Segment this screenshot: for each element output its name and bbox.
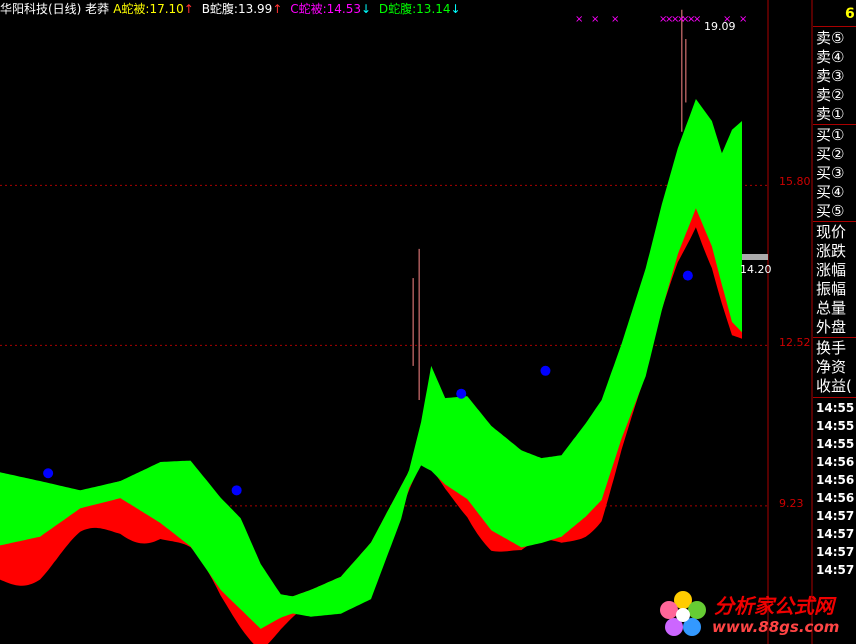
buy-4[interactable]: 买④ xyxy=(816,183,844,202)
tick-time-9: 14:57 xyxy=(816,545,855,559)
stat-volume: 总量 xyxy=(816,299,847,317)
buy-3[interactable]: 买③ xyxy=(816,164,844,183)
sell-5[interactable]: 卖⑤ xyxy=(816,29,844,48)
panel-divider-2 xyxy=(813,124,856,125)
watermark-logo: 分析家公式网 www.88gs.com xyxy=(656,586,856,644)
current-price-label: 14.20 xyxy=(740,263,772,276)
panel-divider-4 xyxy=(813,337,856,338)
stat-earnings: 收益( xyxy=(816,377,852,395)
stat-turnover: 换手 xyxy=(816,339,847,357)
sell-4[interactable]: 卖④ xyxy=(816,48,844,67)
d-arrow: ↓ xyxy=(450,2,461,16)
stat-change: 涨跌 xyxy=(816,242,847,260)
quote-side-panel: 卖⑤ 卖④ 卖③ 卖② 卖① 买① 买② 买③ 买④ 买⑤ 现价 涨跌 涨幅 振… xyxy=(813,0,856,644)
flower-logo-icon xyxy=(660,591,706,636)
signal-dot-0 xyxy=(43,468,54,479)
cross-marker-0: × xyxy=(575,14,583,25)
buy-2[interactable]: 买② xyxy=(816,145,844,164)
sell-3[interactable]: 卖③ xyxy=(816,67,844,86)
logo-name: 分析家公式网 xyxy=(714,594,834,618)
panel-divider-5 xyxy=(813,397,856,398)
tick-time-1: 14:55 xyxy=(816,401,855,415)
cross-marker-2: × xyxy=(611,14,619,25)
signal-dot-2 xyxy=(456,388,467,399)
a-arrow: ↑ xyxy=(183,2,194,16)
tick-time-10: 14:57 xyxy=(816,563,855,577)
stat-net-assets: 净资 xyxy=(816,358,847,376)
b-label: B蛇腹:13.99 xyxy=(201,2,273,16)
stat-amplitude: 振幅 xyxy=(816,280,847,298)
logo-url: www.88gs.com xyxy=(712,618,840,636)
tick-time-2: 14:55 xyxy=(816,419,855,433)
stock-title: 华阳科技(日线) 老莽 xyxy=(0,2,110,16)
tick-time-4: 14:56 xyxy=(816,455,855,469)
tick-time-6: 14:56 xyxy=(816,491,855,505)
chart-header: 华阳科技(日线) 老莽 A蛇被:17.10↑ B蛇腹:13.99↑ C蛇被:14.… xyxy=(0,1,465,17)
c-label: C蛇被:14.53 xyxy=(290,2,361,16)
signal-dot-1 xyxy=(231,485,242,496)
signal-dot-3 xyxy=(540,365,551,376)
a-label: A蛇被:17.10 xyxy=(113,2,184,16)
b-arrow: ↑ xyxy=(272,2,283,16)
y-tick-15-80: 15.80 xyxy=(779,175,811,188)
buy-1[interactable]: 买① xyxy=(816,126,844,145)
cross-marker-1: × xyxy=(591,14,599,25)
stat-change-pct: 涨幅 xyxy=(816,261,847,279)
stat-outer: 外盘 xyxy=(816,318,847,336)
sell-2[interactable]: 卖② xyxy=(816,86,844,105)
tick-time-3: 14:55 xyxy=(816,437,855,451)
high-price-label: 19.09 xyxy=(704,20,736,33)
tick-time-8: 14:57 xyxy=(816,527,855,541)
panel-divider-1 xyxy=(813,26,856,27)
panel-divider-3 xyxy=(813,221,856,222)
signal-dot-4 xyxy=(682,270,693,281)
chart-canvas: × × × ××××××× × × xyxy=(0,0,813,644)
tick-time-5: 14:56 xyxy=(816,473,855,487)
stat-price: 现价 xyxy=(816,223,847,241)
cross-marker-9: × xyxy=(693,14,701,25)
d-label: D蛇腹:13.14 xyxy=(378,2,451,16)
cross-marker-11: × xyxy=(739,14,747,25)
sell-1[interactable]: 卖① xyxy=(816,105,844,124)
current-price-box xyxy=(742,254,768,260)
c-arrow: ↓ xyxy=(361,2,372,16)
tick-time-7: 14:57 xyxy=(816,509,855,523)
y-tick-9-23: 9.23 xyxy=(779,497,804,510)
series-green-band xyxy=(0,99,742,629)
y-tick-12-52: 12.52 xyxy=(779,336,811,349)
buy-5[interactable]: 买⑤ xyxy=(816,202,844,221)
